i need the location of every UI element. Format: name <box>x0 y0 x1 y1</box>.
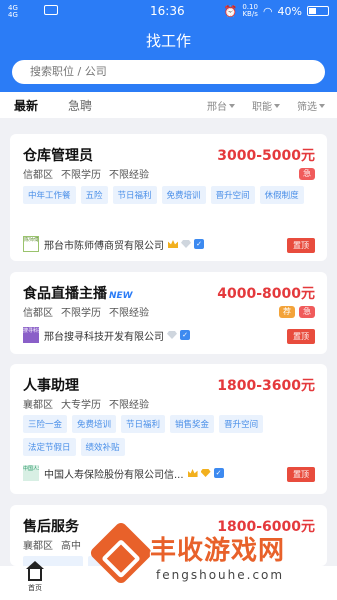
page-title: 找工作 <box>145 32 191 50</box>
status-time: 16:36 <box>150 4 185 18</box>
verified-icon: ✓ <box>180 330 190 340</box>
nav-home[interactable]: 首页 <box>22 561 48 593</box>
filter-more[interactable]: 筛选 <box>297 98 325 113</box>
chevron-down-icon <box>229 103 235 108</box>
job-title: 售后服务 <box>23 519 79 535</box>
watermark-url: fengshouhe.com <box>156 568 285 582</box>
sim-icon <box>44 5 58 15</box>
filter-function[interactable]: 职能 <box>252 98 280 113</box>
job-tag: 免费培训 <box>72 415 117 433</box>
battery-percent: 40% <box>277 4 302 18</box>
urgent-badge: 急 <box>299 168 315 180</box>
crown-icon <box>168 240 178 248</box>
new-badge: NEW <box>109 291 133 301</box>
pin-top-badge: 置顶 <box>287 238 315 253</box>
header-bar: 4G 4G 16:36 ⏰ 0.10 KB/s ◠ 40% 找工作 <box>0 0 337 92</box>
job-tag: 免费培训 <box>161 186 206 204</box>
company-name: 邢台搜寻科技开发有限公司 <box>44 331 164 343</box>
job-requirements: 襄都区 高中 <box>23 541 81 552</box>
job-tag: 三险一金 <box>23 415 68 433</box>
network-speed: 0.10 KB/s <box>242 3 258 18</box>
job-tag: 绩效补贴 <box>80 438 125 456</box>
job-card[interactable]: 人事助理 1800-3600元 襄都区 大专学历 不限经验 三险一金 免费培训 节日… <box>10 364 327 494</box>
wifi-icon: ◠ <box>262 4 273 18</box>
nav-home-label: 首页 <box>28 584 42 592</box>
watermark-name: 丰收游戏网 <box>150 536 286 566</box>
crown-icon <box>187 469 198 477</box>
status-bar: 4G 4G 16:36 ⏰ 0.10 KB/s ◠ 40% <box>0 0 337 22</box>
watermark-logo <box>88 520 154 586</box>
diamond-icon <box>200 469 211 477</box>
diamond-icon <box>167 331 177 339</box>
company-logo: 陈师傅 <box>23 236 39 252</box>
chevron-down-icon <box>274 103 280 108</box>
pin-top-badge: 置顶 <box>287 467 315 482</box>
job-salary: 4000-8000元 <box>217 286 315 302</box>
job-title: 仓库管理员 <box>23 148 93 164</box>
job-tags: 中年工作餐 五险 节日福利 免费培训 晋升空间 休假制度 <box>23 186 318 204</box>
pin-top-badge: 置顶 <box>287 329 315 344</box>
job-tags: 三险一金 免费培训 节日福利 销售奖金 晋升空间 法定节假日 绩效补贴 <box>23 415 318 456</box>
battery-icon <box>307 6 329 16</box>
company-row[interactable]: 中国人寿 中国人寿保险股份有限公司信... ✓ <box>23 465 224 481</box>
tab-urgent[interactable]: 急聘 <box>68 97 92 114</box>
job-salary: 3000-5000元 <box>217 148 315 164</box>
job-tag: 休假制度 <box>259 186 304 204</box>
job-title: 人事助理 <box>23 378 79 394</box>
job-tag: 晋升空间 <box>219 415 264 433</box>
job-tag: 节日福利 <box>121 415 166 433</box>
signal-indicator: 4G 4G <box>8 4 18 19</box>
verified-icon: ✓ <box>194 239 204 249</box>
tab-latest[interactable]: 最新 <box>14 97 38 114</box>
recommend-badge: 荐 <box>279 306 295 318</box>
job-requirements: 信都区 不限学历 不限经验 <box>23 170 149 181</box>
job-requirements: 信都区 不限学历 不限经验 <box>23 308 149 319</box>
company-name: 中国人寿保险股份有限公司信... <box>44 469 184 481</box>
job-salary: 1800-3600元 <box>217 378 315 394</box>
company-name: 邢台市陈师傅商贸有限公司 <box>44 240 164 252</box>
search-input[interactable] <box>12 60 325 84</box>
job-card[interactable]: 食品直播主播 NEW 4000-8000元 信都区 不限学历 不限经验 荐 急 搜寻科… <box>10 272 327 354</box>
job-tag: 法定节假日 <box>23 438 76 456</box>
diamond-icon <box>181 240 191 248</box>
job-tag: 中年工作餐 <box>23 186 76 204</box>
chevron-down-icon <box>319 103 325 108</box>
company-row[interactable]: 搜寻科技 邢台搜寻科技开发有限公司 ✓ <box>23 327 190 343</box>
job-card[interactable]: 仓库管理员 3000-5000元 信都区 不限学历 不限经验 急 中年工作餐 五险 … <box>10 134 327 261</box>
job-tag: 销售奖金 <box>170 415 215 433</box>
filter-city[interactable]: 邢台 <box>207 98 235 113</box>
company-logo: 中国人寿 <box>23 465 39 481</box>
tab-bar: 最新 急聘 邢台 职能 筛选 <box>0 92 337 118</box>
watermark: 丰收游戏网 fengshouhe.com <box>88 520 337 600</box>
alarm-icon: ⏰ <box>223 4 238 18</box>
job-tag: 五险 <box>80 186 108 204</box>
job-tag: 节日福利 <box>112 186 157 204</box>
job-requirements: 襄都区 大专学历 不限经验 <box>23 400 149 411</box>
job-tag: 晋升空间 <box>210 186 255 204</box>
urgent-badge: 急 <box>299 306 315 318</box>
company-row[interactable]: 陈师傅 邢台市陈师傅商贸有限公司 ✓ <box>23 236 204 252</box>
home-icon <box>26 561 44 581</box>
company-logo: 搜寻科技 <box>23 327 39 343</box>
job-title: 食品直播主播 NEW <box>23 286 133 302</box>
verified-icon: ✓ <box>213 468 224 478</box>
